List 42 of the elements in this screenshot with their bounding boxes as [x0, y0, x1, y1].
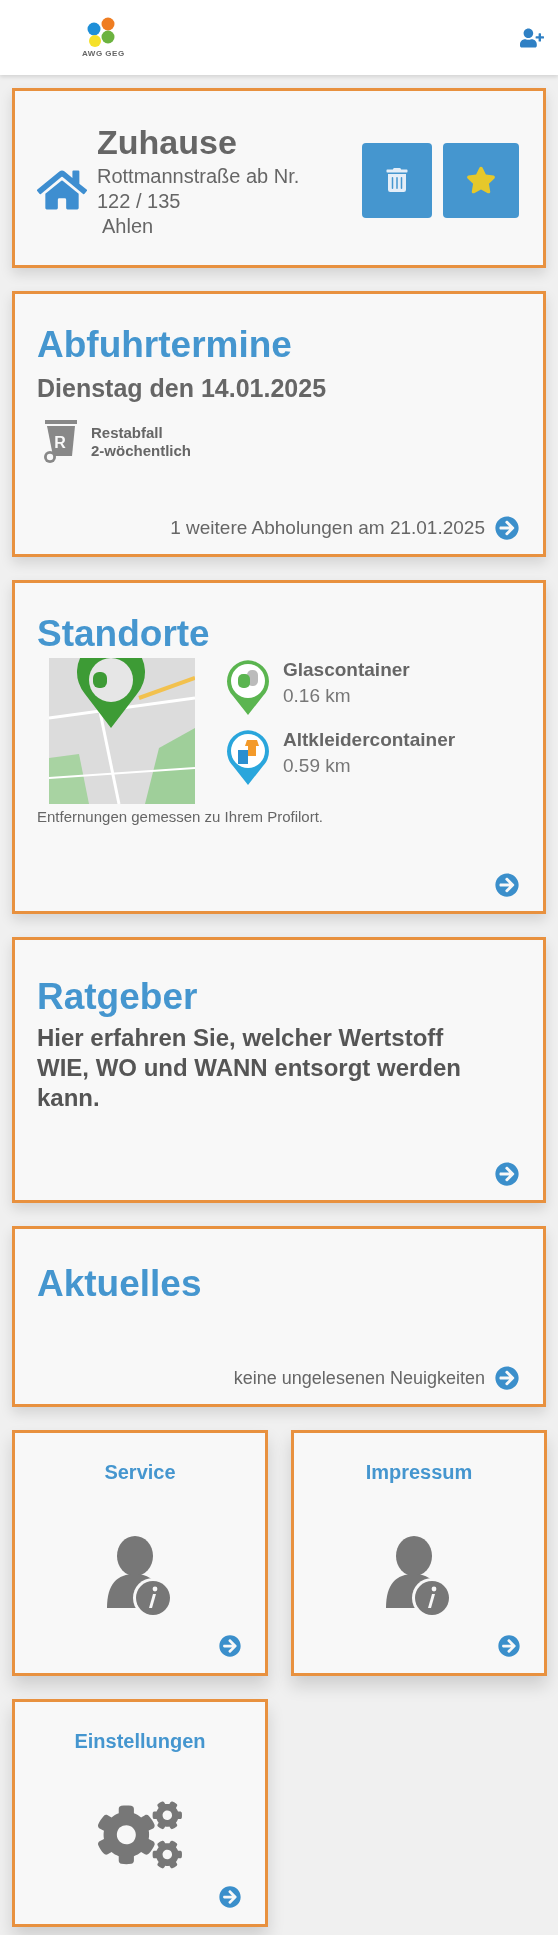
logo: AWG GEG [82, 17, 125, 58]
section-title: Abfuhrtermine [37, 324, 293, 367]
trash-icon [385, 168, 409, 192]
more-pickups-text: 1 weitere Abholungen am 21.01.2025 [170, 516, 485, 540]
section-title: Standorte [37, 613, 211, 656]
person-info-icon [107, 1536, 173, 1618]
city-text: Ahlen [101, 213, 155, 239]
container-type: Altkleidercontainer [283, 727, 456, 752]
arrow-right-icon[interactable] [219, 1635, 241, 1657]
street-text: Rottmannstraße ab Nr. [97, 163, 300, 189]
menu-tile[interactable]: Einstellungen [12, 1699, 268, 1927]
pickup-date: Dienstag den 14.01.2025 [37, 372, 328, 404]
tile-title: Einstellungen [74, 1730, 206, 1753]
section-title: Aktuelles [37, 1263, 203, 1306]
add-user-icon[interactable] [520, 25, 544, 50]
person-info-icon [386, 1536, 452, 1618]
glass-container-pin-icon [225, 657, 271, 716]
distance-text: 0.16 km [283, 684, 352, 709]
arrow-right-icon[interactable] [219, 1886, 241, 1908]
waste-type: Restabfall [91, 423, 164, 443]
tile-title: Service [104, 1461, 176, 1484]
distance-text: 0.59 km [283, 754, 352, 779]
distance-note: Entfernungen gemessen zu Ihrem Profilort. [37, 807, 324, 827]
container-type: Glascontainer [283, 657, 410, 682]
menu-tile[interactable]: Service [12, 1430, 268, 1676]
place-title: Zuhause [97, 122, 238, 164]
pickup-frequency: 2-wöchentlich [91, 442, 191, 462]
menu-tile[interactable]: Impressum [291, 1430, 547, 1676]
delete-button[interactable] [362, 142, 432, 218]
arrow-right-icon[interactable] [495, 1162, 519, 1186]
news-status: keine ungelesenen Neuigkeiten [233, 1366, 485, 1390]
favorite-button[interactable] [443, 142, 519, 218]
arrow-right-icon[interactable] [495, 516, 519, 540]
tile-title: Impressum [365, 1461, 473, 1484]
section-title: Ratgeber [37, 976, 199, 1019]
arrow-right-icon[interactable] [495, 873, 519, 897]
house-number-text: 122 / 135 [97, 188, 182, 214]
arrow-right-icon[interactable] [495, 1366, 519, 1390]
arrow-right-icon[interactable] [498, 1635, 520, 1657]
guide-text: Hier erfahren Sie, welcher Wertstoff WIE, WO und WANN entsorgt werden kann. [37, 1022, 462, 1113]
star-icon [466, 165, 496, 195]
clothes-container-pin-icon [225, 727, 271, 786]
